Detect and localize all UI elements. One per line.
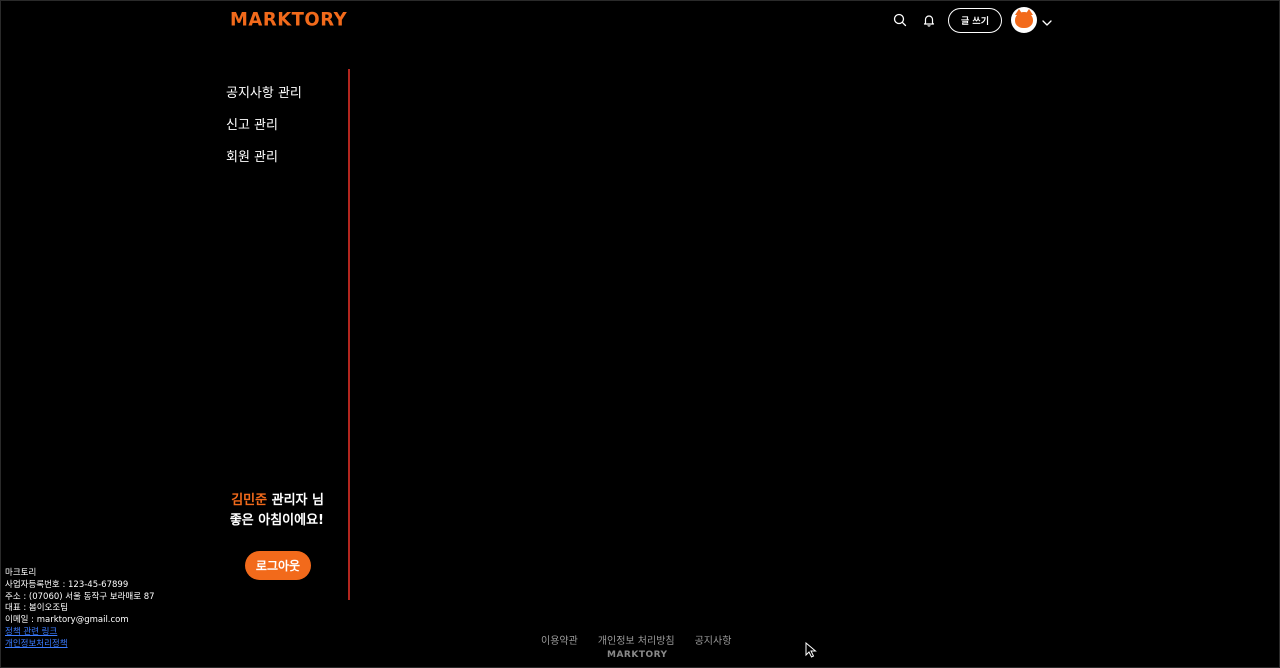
company-email: 이메일 : marktory@gmail.com bbox=[5, 615, 129, 626]
sidebar-item-report-management[interactable]: 신고 관리 bbox=[226, 118, 346, 134]
company-name: 마크토리 bbox=[5, 568, 37, 578]
logo[interactable]: MARKTORY bbox=[230, 8, 347, 31]
admin-name: 김민준 bbox=[231, 493, 268, 508]
sidebar-divider bbox=[348, 69, 350, 600]
company-info: 마크토리 사업자등록번호 : 123-45-67899 주소 : (07060)… bbox=[5, 568, 155, 651]
privacy-policy-link[interactable]: 개인정보처리정책 bbox=[5, 639, 155, 651]
logout-button[interactable]: 로그아웃 bbox=[245, 551, 311, 580]
footer-logo: MARKTORY bbox=[607, 650, 668, 660]
cat-avatar-icon bbox=[1015, 9, 1033, 28]
footer-link-notice[interactable]: 공지사항 bbox=[695, 632, 732, 647]
write-button[interactable]: 글 쓰기 bbox=[948, 8, 1002, 33]
search-icon[interactable] bbox=[891, 11, 909, 29]
sidebar-item-member-management[interactable]: 회원 관리 bbox=[226, 150, 346, 166]
footer-link-privacy[interactable]: 개인정보 처리방침 bbox=[598, 632, 675, 647]
greeting: 김민준 관리자 님 좋은 아침이에요! bbox=[200, 491, 324, 531]
company-address: 주소 : (07060) 서울 동작구 보라매로 87 bbox=[5, 591, 155, 602]
greeting-line: 김민준 관리자 님 bbox=[200, 491, 324, 511]
greeting-message: 좋은 아침이에요! bbox=[229, 513, 324, 528]
sidebar-item-notice-management[interactable]: 공지사항 관리 bbox=[226, 86, 346, 102]
company-ceo: 대표 : 봄이오조팀 bbox=[5, 603, 69, 614]
admin-role: 관리자 님 bbox=[267, 493, 324, 508]
policy-link[interactable]: 정책 관련 링크 bbox=[5, 627, 155, 639]
bell-icon[interactable] bbox=[920, 11, 938, 29]
footer-link-terms[interactable]: 이용약관 bbox=[541, 632, 578, 647]
footer-links: 이용약관 개인정보 처리방침 공지사항 bbox=[541, 632, 731, 647]
user-avatar[interactable] bbox=[1011, 7, 1037, 33]
page-frame bbox=[0, 0, 1280, 668]
admin-sidebar: 공지사항 관리 신고 관리 회원 관리 bbox=[226, 86, 346, 182]
mouse-cursor-icon bbox=[805, 641, 817, 658]
business-number: 사업자등록번호 : 123-45-67899 bbox=[5, 579, 129, 590]
chevron-down-icon[interactable] bbox=[1041, 14, 1053, 26]
